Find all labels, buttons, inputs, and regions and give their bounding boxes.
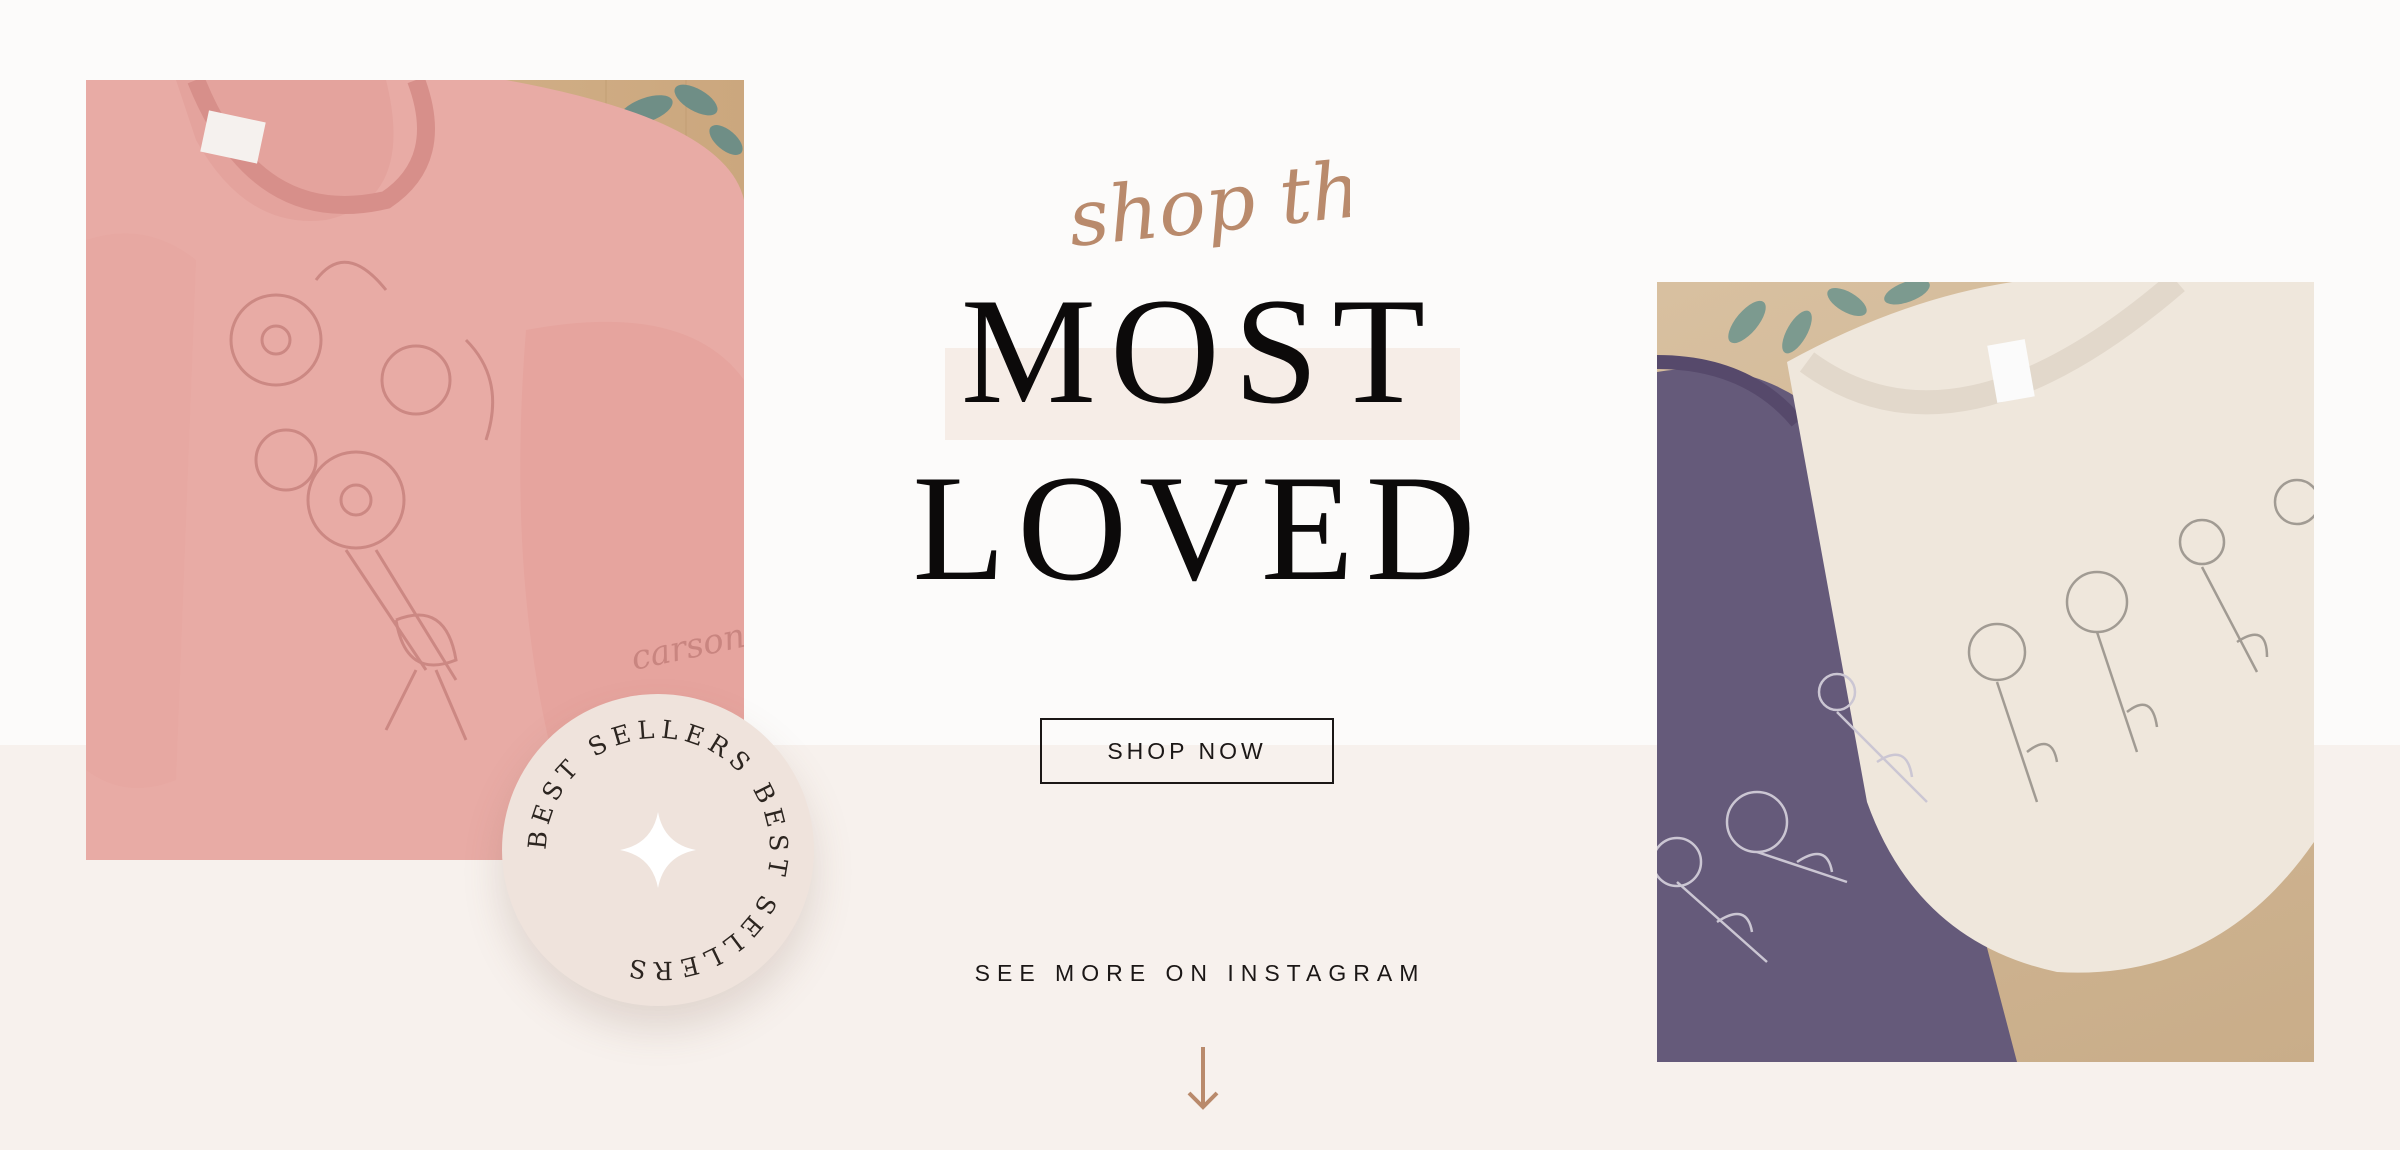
arrow-down-icon[interactable] xyxy=(1186,1045,1220,1111)
shop-now-button[interactable]: SHOP NOW xyxy=(1040,718,1334,784)
badge-ring-svg: BEST SELLERS BEST SELLERS xyxy=(522,715,787,986)
sparkle-icon xyxy=(620,812,696,888)
see-more-on-instagram-link[interactable]: SEE MORE ON INSTAGRAM xyxy=(900,960,1500,987)
headline-most: MOST xyxy=(960,267,1440,435)
best-sellers-badge: BEST SELLERS BEST SELLERS xyxy=(502,694,814,1006)
headline-loved: LOVED xyxy=(912,444,1488,612)
svg-text:shop the: shop the xyxy=(1064,140,1350,265)
product-photo-cream-purple-sweatshirts[interactable] xyxy=(1657,282,2314,1062)
cream-purple-sweatshirts-illustration xyxy=(1657,282,2314,1062)
shop-the-script: shop the xyxy=(1060,140,1411,270)
